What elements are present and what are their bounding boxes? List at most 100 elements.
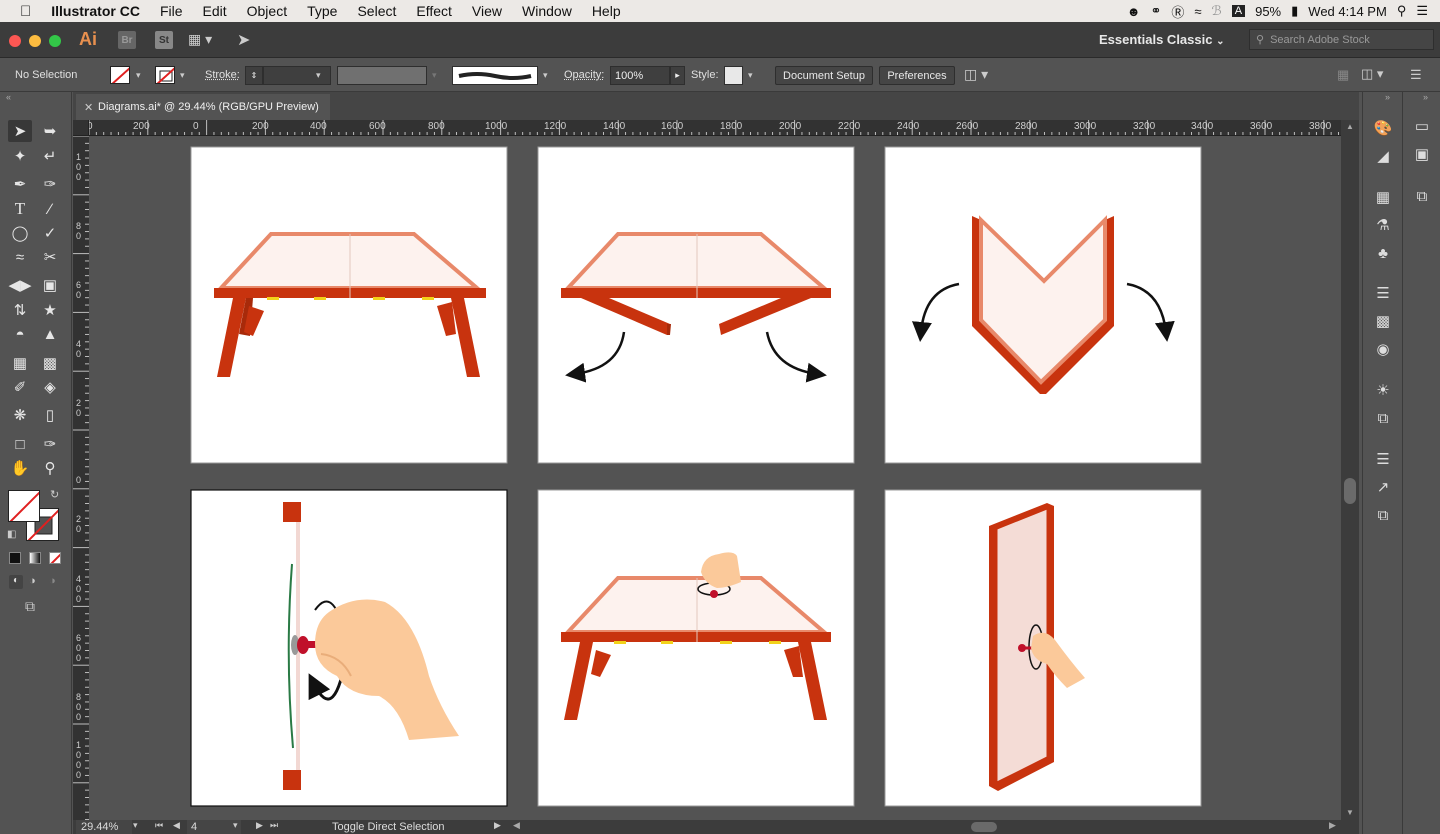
clock[interactable]: Wed 4:14 PM	[1308, 4, 1387, 19]
brushes-panel-icon[interactable]: ⚗	[1369, 213, 1397, 237]
gpu-performance-icon[interactable]: ➤	[237, 30, 250, 50]
h-scroll-thumb[interactable]	[971, 822, 997, 832]
brush-dropdown-icon[interactable]: ▾	[543, 70, 548, 81]
preferences-button[interactable]: Preferences	[879, 66, 955, 85]
previous-artboard-icon[interactable]: ◀	[173, 820, 180, 831]
live-paint-tool-icon[interactable]: ▲	[38, 323, 62, 345]
swatches-panel-icon[interactable]: ▦	[1369, 185, 1397, 209]
scroll-thumb[interactable]	[1344, 478, 1356, 504]
opacity-input[interactable]: 100%	[610, 66, 670, 85]
draw-normal-icon[interactable]: ◐	[9, 575, 23, 589]
artwork-canvas[interactable]	[89, 136, 1341, 820]
stroke-weight-dropdown-icon[interactable]: ▾	[316, 70, 321, 81]
document-setup-button[interactable]: Document Setup	[775, 66, 873, 85]
none-mode-icon[interactable]	[49, 552, 61, 564]
fill-dropdown-icon[interactable]: ▾	[136, 70, 141, 81]
arrange-documents-icon[interactable]: ▦ ▾	[188, 31, 212, 48]
stroke-weight-stepper[interactable]: ⇕	[245, 66, 263, 85]
spotlight-icon[interactable]: ⚲	[1397, 3, 1407, 19]
status-menu-icon[interactable]: ▶	[494, 820, 501, 831]
variable-width-profile[interactable]	[337, 66, 427, 85]
horizontal-scrollbar[interactable]: ◀ ▶	[509, 820, 1339, 834]
layers-panel-icon[interactable]: ☰	[1369, 447, 1397, 471]
bridge-icon[interactable]: Br	[118, 31, 136, 49]
scale-tool-icon[interactable]: ▣	[38, 274, 62, 296]
pen-tool-icon[interactable]: ✒	[8, 173, 32, 195]
close-window-button[interactable]	[9, 35, 21, 47]
artboards-panel-icon[interactable]: ⧉	[1369, 503, 1397, 527]
horizontal-ruler[interactable]: 0 200 0 200 400 600 800 1000 1200 1400 1…	[89, 120, 1341, 136]
width-profile-dropdown-icon[interactable]: ▾	[432, 70, 437, 81]
stock-icon[interactable]: St	[155, 31, 173, 49]
stroke-panel-icon[interactable]: ☰	[1369, 281, 1397, 305]
selection-tool-icon[interactable]: ➤	[8, 120, 32, 142]
artboard-tool-icon[interactable]: □	[8, 433, 32, 455]
menu-view[interactable]: View	[462, 3, 512, 19]
mesh-tool-icon[interactable]: ▦	[8, 352, 32, 374]
asset-export-panel-icon[interactable]: ↗	[1369, 475, 1397, 499]
stroke-swatch[interactable]	[155, 66, 175, 84]
color-mode-icon[interactable]	[9, 552, 21, 564]
stroke-dropdown-icon[interactable]: ▾	[180, 70, 185, 81]
stock-search-field[interactable]: ⚲ Search Adobe Stock	[1249, 29, 1434, 50]
notification-center-icon[interactable]: ☰	[1416, 3, 1428, 19]
opacity-label[interactable]: Opacity:	[564, 69, 604, 81]
menu-edit[interactable]: Edit	[193, 3, 237, 19]
menu-app-name[interactable]: Illustrator CC	[41, 3, 150, 19]
gradient-panel-icon[interactable]: ▩	[1369, 309, 1397, 333]
swap-fill-stroke-icon[interactable]: ↻	[50, 488, 59, 501]
fill-color-proxy[interactable]	[8, 490, 40, 522]
scroll-up-icon[interactable]: ▲	[1346, 122, 1354, 131]
symbol-sprayer-tool-icon[interactable]: ❋	[8, 404, 32, 426]
menu-effect[interactable]: Effect	[406, 3, 462, 19]
hand-tool-icon[interactable]: ✋	[8, 457, 32, 479]
last-artboard-icon[interactable]: ⏭	[270, 820, 278, 831]
battery-percent[interactable]: 95%	[1255, 4, 1281, 19]
default-fill-stroke-icon[interactable]: ◧	[7, 529, 16, 540]
scissors-tool-icon[interactable]: ✂	[38, 246, 62, 268]
status-n-icon[interactable]: Ⓡ	[1171, 2, 1184, 21]
draw-inside-icon[interactable]: ◑	[49, 575, 56, 587]
menu-window[interactable]: Window	[512, 3, 582, 19]
align-panel-icon[interactable]: ▣	[1408, 142, 1436, 166]
menu-object[interactable]: Object	[237, 3, 297, 19]
puppet-warp-tool-icon[interactable]: ★	[38, 299, 62, 321]
first-artboard-icon[interactable]: ⏮	[155, 820, 163, 831]
menu-file[interactable]: File	[150, 3, 193, 19]
magic-wand-tool-icon[interactable]: ✦	[8, 145, 32, 167]
close-tab-icon[interactable]: ✕	[84, 101, 93, 114]
arrange-icon[interactable]: ◫ ▾	[964, 66, 988, 83]
wifi-icon[interactable]: ≈	[1194, 4, 1201, 19]
screen-mode-icon[interactable]: ⧉	[25, 598, 35, 615]
scroll-left-icon[interactable]: ◀	[513, 820, 520, 831]
pathfinder-panel-icon[interactable]: ⧉	[1408, 184, 1436, 208]
zoom-window-button[interactable]	[49, 35, 61, 47]
apple-icon[interactable]: 	[0, 3, 41, 20]
artboard-4[interactable]	[190, 489, 508, 807]
type-tool-icon[interactable]: T	[8, 198, 32, 220]
shape-builder-tool-icon[interactable]: ◓	[8, 323, 32, 345]
brush-definition[interactable]	[452, 66, 538, 85]
zoom-dropdown-icon[interactable]: ▾	[133, 820, 138, 831]
slice-tool-icon[interactable]: ✑	[38, 433, 62, 455]
stroke-label[interactable]: Stroke:	[205, 69, 240, 81]
canvas[interactable]	[89, 136, 1341, 820]
creative-cloud-icon[interactable]: ⚭	[1150, 3, 1161, 19]
scroll-down-icon[interactable]: ▼	[1346, 808, 1354, 817]
line-tool-icon[interactable]: ∕	[38, 198, 62, 220]
shaper-tool-icon[interactable]: ≈	[8, 246, 32, 268]
transform-icon[interactable]: ◫ ▾	[1361, 66, 1383, 82]
panel-options-icon[interactable]: ▦	[1337, 67, 1349, 83]
gradient-tool-icon[interactable]: ▩	[38, 352, 62, 374]
ruler-origin[interactable]	[73, 120, 89, 136]
control-menu-icon[interactable]: ☰	[1410, 67, 1422, 83]
graphic-style-swatch[interactable]	[724, 66, 743, 85]
color-guide-panel-icon[interactable]: ◢	[1369, 144, 1397, 168]
zoom-level-input[interactable]: 29.44%	[76, 820, 132, 834]
artboard-dropdown-icon[interactable]: ▾	[233, 820, 238, 831]
artboard-2[interactable]	[537, 146, 855, 464]
ellipse-tool-icon[interactable]: ◯	[8, 222, 32, 244]
eyedropper-tool-icon[interactable]: ✐	[8, 376, 32, 398]
status-face-icon[interactable]: ☻	[1127, 4, 1141, 19]
artboard-5[interactable]	[537, 489, 855, 807]
